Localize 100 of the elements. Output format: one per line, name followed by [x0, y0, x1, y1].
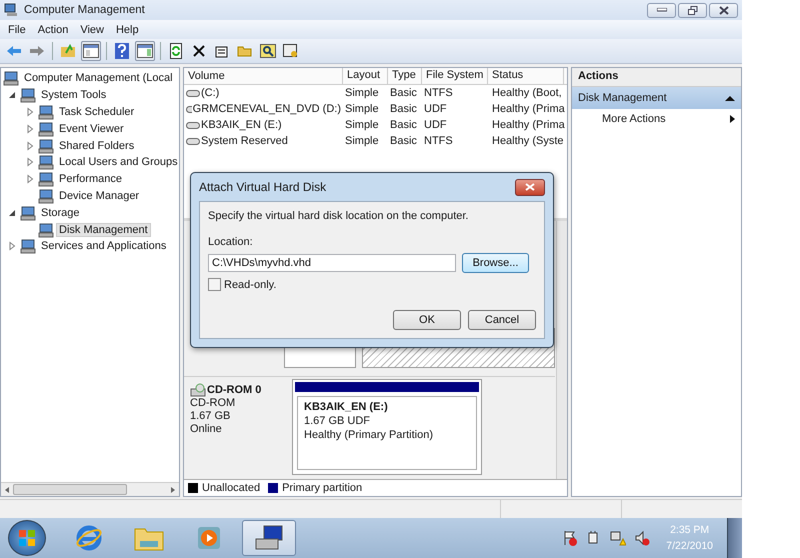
- computer-icon: [4, 3, 18, 17]
- close-button[interactable]: [709, 2, 738, 18]
- pane-header: Actions: [572, 68, 741, 87]
- window-title: Computer Management: [24, 4, 146, 16]
- section-title: Disk Management: [578, 92, 667, 104]
- taskbar-button[interactable]: [242, 520, 296, 556]
- scrollbar[interactable]: [556, 221, 567, 479]
- table-cell-text: NTFS: [423, 87, 454, 99]
- expand-arrow-icon[interactable]: [25, 124, 35, 134]
- play-icon: [196, 525, 222, 551]
- tree-item[interactable]: Storage: [39, 206, 82, 219]
- tree-item[interactable]: Device Manager: [57, 190, 142, 202]
- tree-item[interactable]: Performance: [57, 173, 124, 186]
- disk-type: CD-ROM: [190, 397, 236, 410]
- table-cell-text: Simple: [344, 135, 380, 147]
- checkbox[interactable]: [208, 278, 221, 291]
- disk-state: Online: [190, 423, 223, 436]
- tree-item[interactable]: Services and Applications: [39, 240, 168, 252]
- computer-icon: [38, 154, 54, 170]
- tree-item[interactable]: Computer Management (Local: [22, 72, 175, 84]
- computer-icon: [20, 238, 36, 254]
- tree-item[interactable]: Local Users and Groups: [57, 156, 179, 168]
- expand-arrow-icon[interactable]: [7, 241, 17, 252]
- table-cell-text: Basic: [389, 119, 418, 131]
- delete-icon: [193, 45, 205, 57]
- properties-icon: [215, 44, 229, 58]
- minimize-button[interactable]: [647, 2, 676, 18]
- browse-button[interactable]: Browse...: [462, 253, 529, 273]
- action-item[interactable]: More Actions: [572, 109, 741, 129]
- column-header[interactable]: Volume: [184, 68, 343, 84]
- table-cell-text: UDF: [423, 103, 448, 115]
- collapse-arrow-icon[interactable]: [7, 90, 17, 100]
- location-field[interactable]: C:\VHDs\myvhd.vhd: [208, 254, 456, 272]
- table-cell-text: UDF: [423, 119, 448, 131]
- expand-arrow-icon[interactable]: [25, 174, 35, 184]
- menu-item[interactable]: Action: [34, 24, 72, 36]
- start-button[interactable]: [8, 520, 46, 556]
- windows-logo-icon: [18, 529, 36, 547]
- close-button[interactable]: [515, 178, 545, 196]
- table-cell-text: Healthy (Prima: [491, 103, 564, 115]
- computer-icon: [38, 222, 54, 238]
- restore-button[interactable]: [678, 2, 707, 18]
- forward-arrow-icon: [29, 45, 45, 57]
- tree-item[interactable]: Task Scheduler: [57, 106, 136, 118]
- tree-item[interactable]: Event Viewer: [57, 122, 126, 135]
- toolbar-button[interactable]: [135, 41, 155, 61]
- computer-icon: [38, 120, 54, 137]
- menu-item[interactable]: Help: [112, 24, 143, 36]
- submenu-arrow-icon: [730, 115, 735, 123]
- table-cell: (C:): [201, 87, 220, 99]
- column-header[interactable]: File System: [422, 68, 488, 84]
- computer-icon: [38, 171, 54, 188]
- partition-title: KB3AIK_EN (E:): [304, 400, 389, 414]
- checkbox-label[interactable]: Read-only.: [224, 278, 276, 290]
- expand-arrow-icon[interactable]: [25, 157, 35, 168]
- network-icon[interactable]: [610, 530, 626, 546]
- flag-icon[interactable]: [562, 530, 578, 546]
- expand-arrow-icon[interactable]: [25, 106, 35, 117]
- column-header[interactable]: Type: [388, 68, 422, 84]
- partition-status: Healthy (Primary Partition): [304, 428, 434, 442]
- cd-drive-icon: [190, 383, 206, 397]
- restore-icon: [688, 6, 698, 14]
- legend-label: Unallocated: [202, 482, 260, 494]
- dialog-title: Attach Virtual Hard Disk: [199, 180, 326, 194]
- computer-icon: [38, 138, 54, 154]
- legend-label: Primary partition: [282, 482, 362, 494]
- computer-icon: [20, 204, 36, 221]
- disk-size: 1.67 GB: [190, 410, 232, 423]
- computer-icon: [3, 70, 19, 86]
- disk-name: CD-ROM 0: [207, 384, 262, 396]
- open-folder-icon: [237, 45, 253, 57]
- minimize-icon: [656, 8, 666, 12]
- collapse-icon: [725, 96, 735, 100]
- menu-item[interactable]: File: [4, 24, 30, 36]
- show-desktop-button[interactable]: [727, 518, 742, 558]
- collapse-arrow-icon[interactable]: [7, 208, 17, 218]
- expand-arrow-icon[interactable]: [25, 140, 35, 151]
- back-arrow-icon: [6, 45, 22, 57]
- dialog-button[interactable]: Cancel: [468, 310, 536, 330]
- table-cell-text: Healthy (Prima: [491, 119, 564, 131]
- computer-icon: [20, 87, 36, 104]
- toolbar-button[interactable]: [258, 41, 278, 61]
- table-cell-text: Healthy (Syste: [491, 135, 564, 147]
- computer-icon: [254, 525, 284, 551]
- table-cell-text: Basic: [389, 135, 418, 147]
- action-section[interactable]: Disk Management: [572, 87, 741, 109]
- dialog-button[interactable]: OK: [393, 310, 461, 330]
- scrollbar[interactable]: [1, 482, 179, 496]
- table-cell: System Reserved: [201, 135, 288, 147]
- close-icon: [718, 6, 728, 14]
- search-icon: [260, 44, 276, 58]
- tree-item[interactable]: Disk Management: [57, 224, 150, 236]
- column-header[interactable]: Status: [488, 68, 564, 84]
- menu-item[interactable]: View: [76, 24, 108, 36]
- column-header[interactable]: Layout: [343, 68, 388, 84]
- toolbar-button[interactable]: [81, 41, 101, 61]
- tree-item[interactable]: Shared Folders: [57, 140, 136, 152]
- tree-item[interactable]: System Tools: [39, 89, 108, 102]
- table-cell-text: Simple: [344, 103, 380, 115]
- speaker-muted-icon[interactable]: [634, 530, 650, 546]
